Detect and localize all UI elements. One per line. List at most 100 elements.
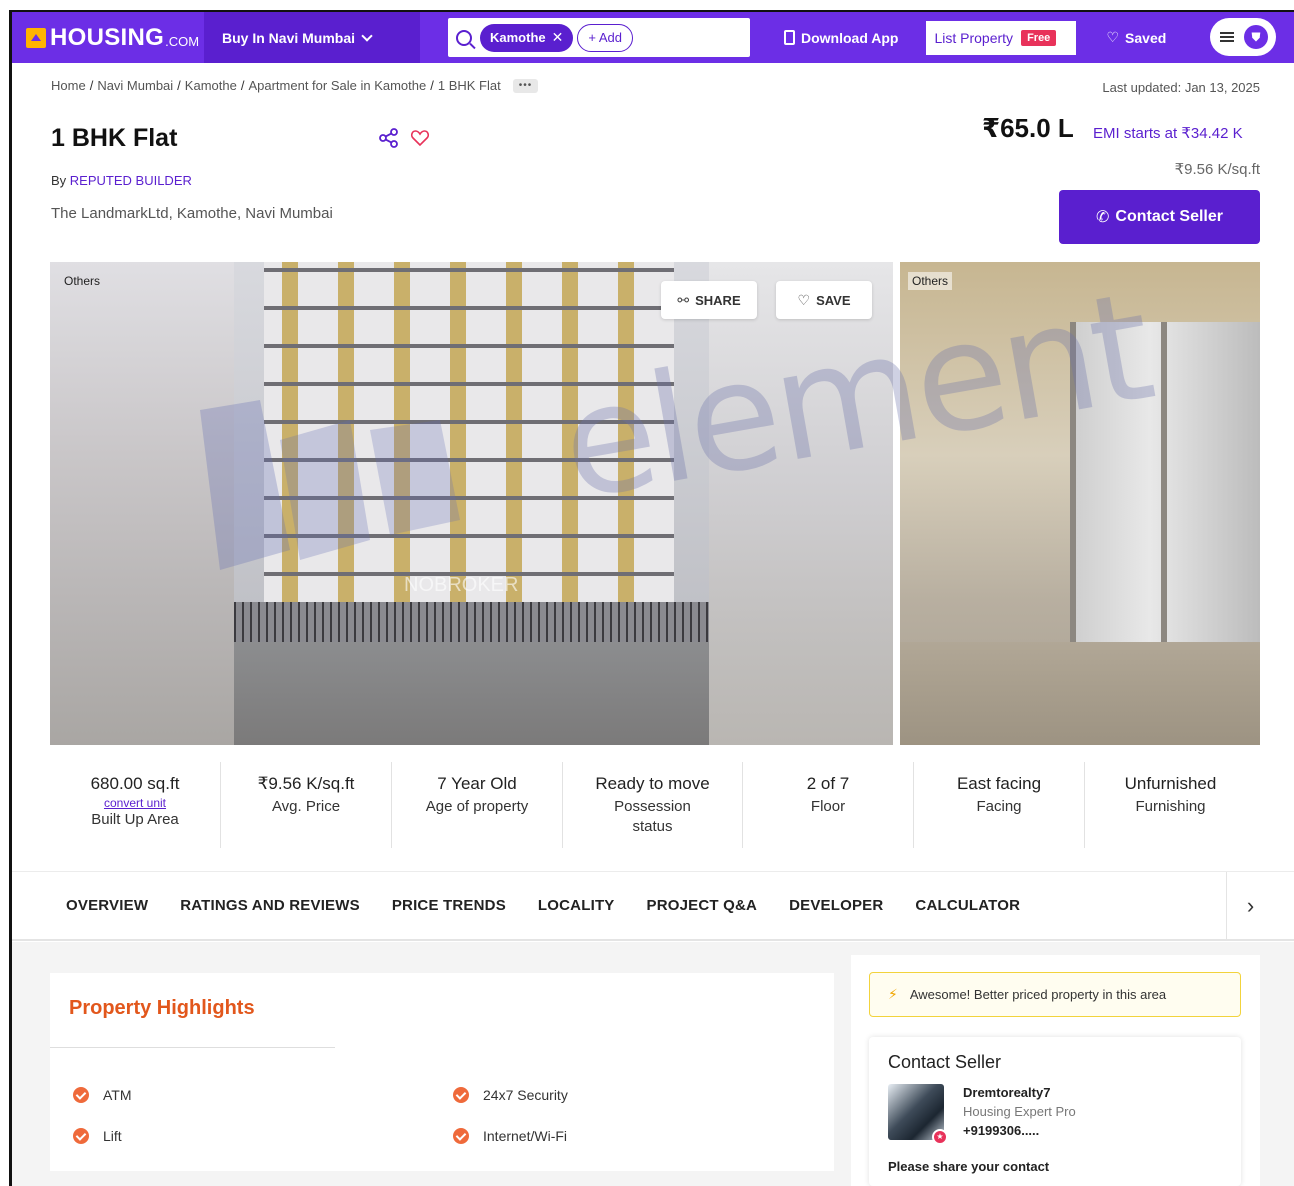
tab-overview[interactable]: OVERVIEW xyxy=(66,897,148,914)
room-floor xyxy=(900,642,1260,745)
side-photo-category-label: Others xyxy=(908,272,953,290)
check-icon xyxy=(453,1128,469,1144)
highlights-title: Property Highlights xyxy=(69,997,255,1019)
list-property-button[interactable]: List Property Free xyxy=(926,20,1077,55)
contact-seller-button[interactable]: ✆ Contact Seller xyxy=(1059,190,1260,244)
photo-blur-left xyxy=(50,262,234,745)
stat-value: Unfurnished xyxy=(1124,774,1217,793)
photo-share-label: SHARE xyxy=(695,292,741,308)
download-app-label: Download App xyxy=(801,29,899,46)
check-icon xyxy=(453,1087,469,1103)
building-wall xyxy=(234,642,709,745)
tab-developer[interactable]: DEVELOPER xyxy=(789,897,883,914)
locality-chip[interactable]: Kamothe ✕ xyxy=(480,23,574,52)
check-icon xyxy=(73,1087,89,1103)
hamburger-menu-icon xyxy=(1220,32,1234,42)
locality-chip-label: Kamothe xyxy=(490,30,546,45)
highlight-item: Lift xyxy=(73,1128,122,1144)
price-per-sqft: ₹9.56 K/sq.ft xyxy=(1174,161,1260,178)
agent-role: Housing Expert Pro xyxy=(963,1104,1076,1119)
stat-label: Age of property xyxy=(425,798,529,815)
highlights-divider xyxy=(50,1047,335,1048)
stat-built-up-area: 680.00 sq.ft convert unit Built Up Area xyxy=(50,762,221,848)
top-navbar: HOUSING .COM Buy In Navi Mumbai Kamothe … xyxy=(12,12,1294,63)
mobile-phone-icon xyxy=(784,30,795,45)
stat-value: Ready to move xyxy=(595,774,710,793)
share-icon[interactable] xyxy=(379,128,399,148)
highlight-label: Internet/Wi-Fi xyxy=(483,1128,568,1144)
photo-save-label: SAVE xyxy=(816,292,851,308)
stat-label: Built Up Area xyxy=(91,811,179,828)
check-icon xyxy=(73,1128,89,1144)
building-facade xyxy=(264,262,674,602)
builder-line: By REPUTED BUILDER xyxy=(51,173,192,188)
stat-value: 680.00 sq.ft xyxy=(90,774,180,793)
tab-ratings-and-reviews[interactable]: RATINGS AND REVIEWS xyxy=(180,897,360,914)
photo-share-button[interactable]: ⚯ SHARE xyxy=(661,281,757,319)
photo-blur-right xyxy=(709,262,893,745)
breadcrumb-more-button[interactable]: ••• xyxy=(512,78,539,93)
breadcrumb-locality[interactable]: Kamothe xyxy=(185,78,237,93)
breadcrumb: Home / Navi Mumbai / Kamothe / Apartment fo… xyxy=(51,78,539,93)
contact-side-panel: ⚡ Awesome! Better priced property in thi… xyxy=(851,955,1260,1186)
better-price-text: Awesome! Better priced property in this … xyxy=(909,987,1167,1002)
better-price-banner: ⚡ Awesome! Better priced property in thi… xyxy=(869,972,1241,1017)
tab-project-qa[interactable]: PROJECT Q&A xyxy=(647,897,758,914)
stat-value: 7 Year Old xyxy=(437,774,517,793)
close-icon[interactable]: ✕ xyxy=(552,29,564,46)
stat-label: Possession status xyxy=(614,798,691,835)
building-photo: NOBROKER xyxy=(234,262,709,745)
highlight-label: Lift xyxy=(103,1128,122,1144)
stat-furnishing: Unfurnished Furnishing xyxy=(1085,762,1256,848)
free-badge: Free xyxy=(1021,29,1057,46)
phone-call-icon: ✆ xyxy=(1096,209,1110,226)
stat-label: Furnishing xyxy=(1135,798,1206,815)
stat-avg-price: ₹9.56 K/sq.ft Avg. Price xyxy=(221,762,392,848)
share-icon: ⚯ xyxy=(677,291,690,308)
tab-price-trends[interactable]: PRICE TRENDS xyxy=(392,897,506,914)
breadcrumb-category[interactable]: Apartment for Sale in Kamothe xyxy=(248,78,426,93)
saved-link[interactable]: ♡ Saved xyxy=(1106,29,1166,46)
account-menu-button[interactable]: ⛊ xyxy=(1210,18,1276,56)
builder-link[interactable]: REPUTED BUILDER xyxy=(70,173,192,188)
breadcrumb-current: 1 BHK Flat xyxy=(437,78,501,93)
stat-age: 7 Year Old Age of property xyxy=(392,762,563,848)
sliding-door xyxy=(1070,322,1260,682)
highlight-item: ATM xyxy=(73,1087,132,1103)
stat-label: Floor xyxy=(810,798,846,815)
heart-outline-icon: ♡ xyxy=(797,291,811,308)
add-locality-button[interactable]: + Add xyxy=(577,23,633,52)
contact-seller-card: Contact Seller ★ Dremtorealty7 Housing E… xyxy=(869,1037,1241,1186)
stat-possession: Ready to move Possession status xyxy=(563,762,743,848)
main-photo[interactable]: NOBROKER Others ⚯ SHARE ♡ SAVE xyxy=(50,262,893,745)
download-app-link[interactable]: Download App xyxy=(784,30,898,46)
photo-watermark: NOBROKER xyxy=(404,574,519,596)
contact-seller-label: Contact Seller xyxy=(1115,208,1223,225)
housing-logo[interactable]: HOUSING .COM xyxy=(12,12,204,63)
side-photo[interactable]: Others xyxy=(900,262,1260,745)
stat-label: Avg. Price xyxy=(271,798,341,815)
lightning-icon: ⚡ xyxy=(888,986,898,1002)
search-bar[interactable]: Kamothe ✕ + Add xyxy=(448,18,750,57)
stat-floor: 2 of 7 Floor xyxy=(743,762,914,848)
tab-locality[interactable]: LOCALITY xyxy=(538,897,615,914)
highlight-item: Internet/Wi-Fi xyxy=(453,1128,567,1144)
tab-calculator[interactable]: CALCULATOR xyxy=(915,897,1020,914)
breadcrumb-home[interactable]: Home xyxy=(51,78,86,93)
buy-location-menu[interactable]: Buy In Navi Mumbai xyxy=(204,12,420,63)
agent-phone[interactable]: +9199306..... xyxy=(963,1123,1039,1138)
logo-icon xyxy=(26,27,46,48)
emi-link[interactable]: EMI starts at ₹34.42 K xyxy=(1093,124,1243,142)
share-contact-prompt: Please share your contact xyxy=(888,1159,1050,1174)
highlight-label: 24x7 Security xyxy=(483,1087,568,1103)
favorite-heart-icon[interactable] xyxy=(410,128,430,148)
saved-label: Saved xyxy=(1125,29,1167,46)
chevron-right-icon[interactable]: › xyxy=(1226,872,1274,940)
agent-name: Dremtorealty7 xyxy=(963,1085,1051,1100)
breadcrumb-separator: / xyxy=(177,78,181,93)
stat-value: 2 of 7 xyxy=(806,774,850,793)
logo-text: HOUSING xyxy=(50,23,165,51)
photo-save-button[interactable]: ♡ SAVE xyxy=(776,281,872,319)
breadcrumb-city[interactable]: Navi Mumbai xyxy=(97,78,173,93)
convert-unit-link[interactable]: convert unit xyxy=(50,796,220,810)
